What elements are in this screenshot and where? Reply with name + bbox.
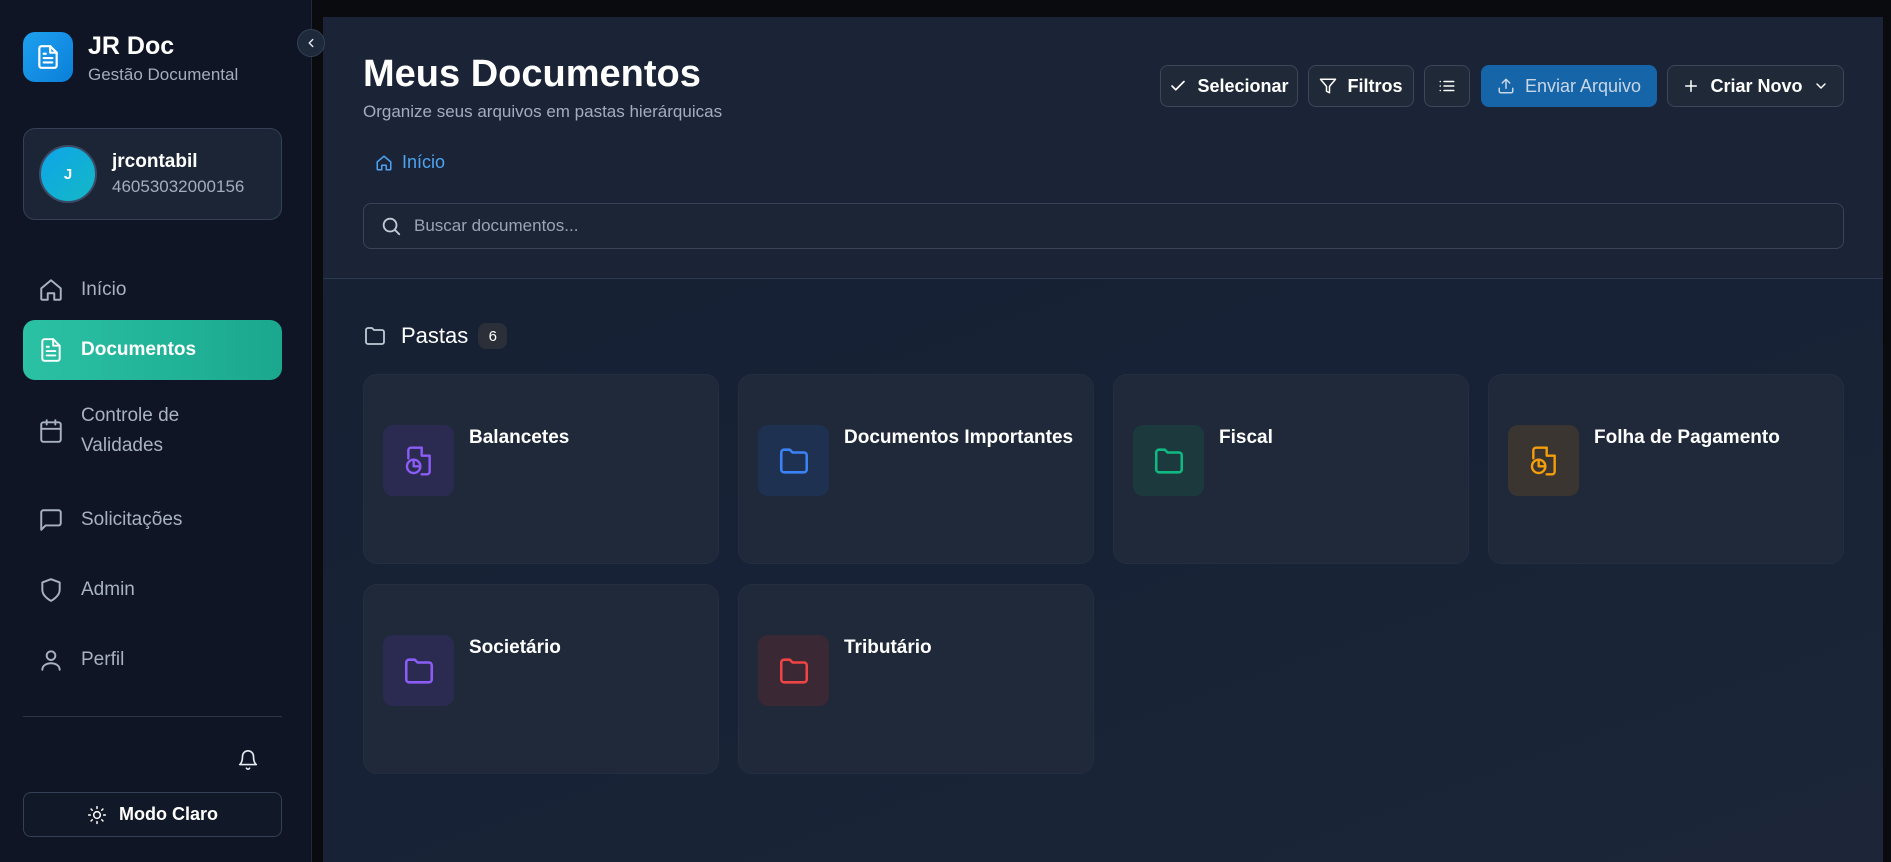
folder-name: Fiscal [1219, 427, 1273, 448]
select-button[interactable]: Selecionar [1160, 65, 1298, 107]
user-icon [38, 647, 64, 673]
folders-section-header: Pastas 6 [363, 323, 508, 349]
calendar-icon [38, 418, 64, 444]
list-icon [1439, 80, 1455, 92]
bell-icon[interactable] [237, 749, 259, 771]
folder-icon [758, 425, 829, 496]
folder-icon [1133, 425, 1204, 496]
document-icon [23, 32, 73, 82]
user-name: jrcontabil [112, 151, 198, 172]
user-card[interactable]: J jrcontabil 46053032000156 [23, 128, 282, 220]
brand-title: JR Doc [88, 32, 175, 60]
check-icon [1171, 80, 1186, 91]
file-chart-icon [1508, 425, 1579, 496]
folders-count-badge: 6 [478, 323, 508, 349]
folder-name: Balancetes [469, 427, 570, 448]
sidebar-item-inicio[interactable]: Início [23, 260, 282, 320]
folder-name: Documentos Importantes [844, 427, 1074, 448]
home-icon [38, 277, 64, 303]
folder-name: Tributário [844, 637, 932, 658]
home-icon [376, 155, 392, 170]
sidebar-item-label: Documentos [81, 339, 197, 360]
folder-card-folha-de-pagamento[interactable]: Folha de Pagamento [1488, 374, 1844, 564]
sidebar-item-documentos[interactable]: Documentos [23, 320, 282, 380]
create-new-button[interactable]: Criar Novo [1667, 65, 1844, 107]
avatar: J [39, 145, 97, 203]
chat-icon [38, 507, 64, 533]
right-edge [1883, 17, 1891, 862]
folder-name: Folha de Pagamento [1594, 427, 1780, 448]
chevron-left-icon [308, 38, 314, 48]
folder-card-fiscal[interactable]: Fiscal [1113, 374, 1469, 564]
select-label: Selecionar [1197, 75, 1289, 96]
sidebar-item-label: Solicitações [81, 509, 183, 530]
upload-icon [1498, 78, 1514, 94]
plus-icon [1685, 80, 1698, 92]
page-title: Meus Documentos [363, 53, 701, 95]
upload-file-button[interactable]: Enviar Arquivo [1481, 65, 1657, 107]
page-subtitle: Organize seus arquivos em pastas hierárq… [363, 102, 723, 121]
sidebar-item-label: Controle de Validades [81, 405, 180, 456]
breadcrumb[interactable]: Início [375, 152, 445, 173]
sidebar-item-controle-de-validades[interactable]: Controle de Validades [23, 398, 282, 464]
file-chart-icon [383, 425, 454, 496]
folder-card-documentos-importantes[interactable]: Documentos Importantes [738, 374, 1094, 564]
create-label: Criar Novo [1710, 75, 1803, 96]
folder-icon [365, 327, 385, 345]
filter-icon [1320, 78, 1337, 94]
folder-card-tributario[interactable]: Tributário [738, 584, 1094, 774]
document-icon [38, 337, 64, 363]
sidebar-item-label: Admin [81, 579, 135, 600]
folders-section-title: Pastas [401, 323, 469, 348]
sidebar: JR Doc Gestão Documental J jrcontabil 46… [0, 0, 312, 862]
brand-subtitle: Gestão Documental [88, 65, 239, 84]
page-header: Meus Documentos Organize seus arquivos e… [323, 17, 1883, 279]
filters-label: Filtros [1347, 75, 1403, 96]
filters-button[interactable]: Filtros [1308, 65, 1414, 107]
folder-name: Societário [469, 637, 561, 658]
sidebar-divider [23, 716, 282, 717]
folder-icon [383, 635, 454, 706]
main-content: Meus Documentos Organize seus arquivos e… [323, 17, 1883, 862]
search-box[interactable] [363, 203, 1844, 249]
sidebar-item-solicitacoes[interactable]: Solicitações [23, 490, 282, 550]
user-id: 46053032000156 [112, 177, 245, 196]
breadcrumb-home: Início [402, 152, 446, 172]
brand: JR Doc Gestão Documental [23, 32, 238, 86]
folder-card-societario[interactable]: Societário [363, 584, 719, 774]
theme-toggle-button[interactable]: Modo Claro [23, 792, 282, 837]
top-edge [312, 0, 1891, 17]
upload-label: Enviar Arquivo [1524, 75, 1642, 96]
collapse-sidebar-button[interactable] [297, 29, 325, 57]
folder-icon [758, 635, 829, 706]
sidebar-item-perfil[interactable]: Perfil [23, 630, 282, 690]
sidebar-item-label: Início [81, 279, 127, 300]
theme-toggle-label: Modo Claro [119, 804, 218, 824]
sun-icon [87, 805, 107, 824]
search-icon [382, 217, 401, 236]
sidebar-item-label: Perfil [81, 649, 125, 670]
chevron-down-icon [1815, 83, 1826, 89]
shield-icon [38, 577, 64, 603]
list-view-button[interactable] [1424, 65, 1470, 107]
sidebar-item-admin[interactable]: Admin [23, 560, 282, 620]
folder-card-balancetes[interactable]: Balancetes [363, 374, 719, 564]
search-input[interactable] [414, 216, 1814, 236]
